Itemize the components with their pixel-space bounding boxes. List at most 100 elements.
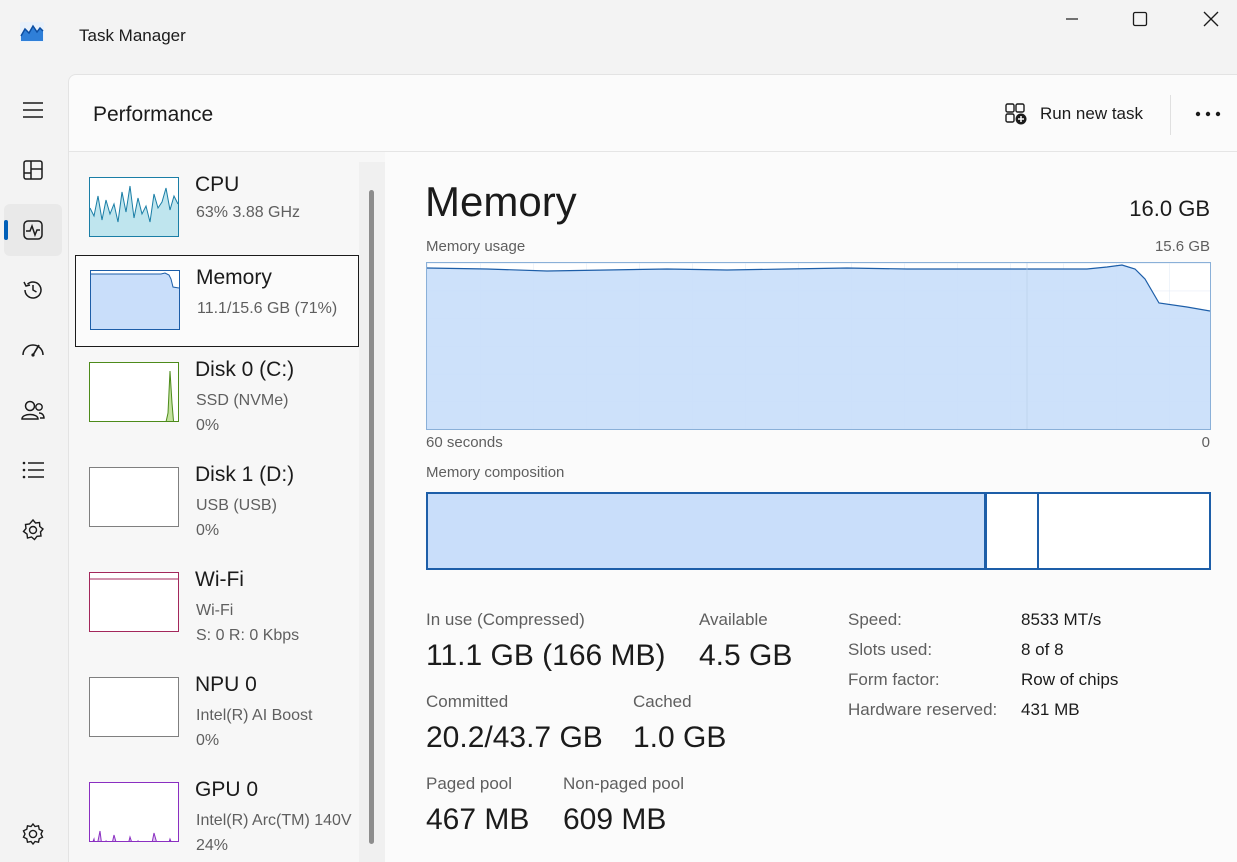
spec-form-factor-label: Form factor:	[848, 670, 940, 689]
disk0-thumbnail-graph	[89, 362, 179, 422]
resource-name: NPU 0	[195, 673, 257, 696]
memory-usage-graph	[426, 262, 1211, 430]
nav-app-history[interactable]	[4, 264, 62, 316]
header-divider	[1170, 95, 1171, 135]
composition-standby-free-segment	[1039, 494, 1209, 568]
spec-slots-label: Slots used:	[848, 640, 933, 659]
main-content: Performance Run new task CPU 63% 3.88 GH…	[68, 74, 1237, 862]
available-label: Available	[699, 610, 768, 629]
detail-title: Memory	[425, 178, 577, 225]
run-new-task-button[interactable]: Run new task	[1004, 99, 1143, 129]
spec-speed-value: 8533 MT/s	[1021, 610, 1102, 629]
resource-usage: S: 0 R: 0 Kbps	[196, 627, 300, 644]
memory-detail-panel: Memory 16.0 GB Memory usage 15.6 GB 60 s…	[385, 152, 1237, 862]
composition-in-use-segment	[428, 494, 987, 568]
close-icon	[1203, 11, 1219, 27]
services-icon	[22, 518, 45, 541]
total-memory: 16.0 GB	[1129, 196, 1210, 221]
page-header: Performance Run new task	[69, 75, 1237, 152]
time-axis-start: 60 seconds	[426, 434, 503, 451]
minimize-icon	[1066, 18, 1078, 20]
time-axis-end: 0	[1201, 434, 1210, 451]
nav-performance[interactable]	[4, 204, 62, 256]
resource-detail: USB (USB)	[196, 497, 277, 514]
title-bar: Task Manager	[0, 0, 1237, 70]
resource-item-disk1[interactable]: Disk 1 (D:) USB (USB) 0%	[75, 453, 359, 545]
committed-label: Committed	[426, 692, 509, 711]
navigation-rail	[0, 76, 68, 862]
resource-item-cpu[interactable]: CPU 63% 3.88 GHz	[75, 163, 359, 255]
users-icon	[21, 400, 45, 420]
non-paged-pool-value: 609 MB	[563, 803, 667, 836]
run-new-task-label: Run new task	[1040, 104, 1143, 123]
run-new-task-icon	[1005, 103, 1027, 125]
in-use-value: 11.1 GB (166 MB)	[426, 639, 666, 672]
paged-pool-value: 467 MB	[426, 803, 530, 836]
more-options-button[interactable]	[1193, 101, 1223, 127]
paged-pool-label: Paged pool	[426, 774, 513, 793]
nav-processes[interactable]	[4, 144, 62, 196]
memory-composition-label: Memory composition	[426, 464, 565, 481]
nav-details[interactable]	[4, 444, 62, 496]
resource-list-scrollbar-thumb[interactable]	[369, 190, 374, 844]
resource-detail: Intel(R) Arc(TM) 140V	[196, 812, 352, 829]
app-history-icon	[23, 281, 42, 299]
startup-apps-icon	[22, 344, 44, 357]
spec-hw-reserved-label: Hardware reserved:	[848, 700, 998, 719]
cpu-thumbnail-graph	[89, 177, 179, 237]
resource-name: Disk 1 (D:)	[195, 463, 295, 486]
cached-value: 1.0 GB	[633, 721, 727, 754]
settings-icon	[22, 822, 44, 846]
composition-modified-segment	[987, 494, 1039, 568]
resource-name: Disk 0 (C:)	[195, 358, 295, 381]
resource-item-wifi[interactable]: Wi-Fi Wi-Fi S: 0 R: 0 Kbps	[75, 558, 359, 650]
active-nav-indicator	[4, 220, 8, 240]
nav-menu-button[interactable]	[4, 84, 62, 136]
resource-detail: 63% 3.88 GHz	[196, 204, 301, 221]
non-paged-pool-label: Non-paged pool	[563, 774, 684, 793]
maximize-button[interactable]	[1110, 4, 1170, 34]
close-button[interactable]	[1181, 4, 1237, 34]
spec-slots-value: 8 of 8	[1021, 640, 1064, 659]
in-use-label: In use (Compressed)	[426, 610, 585, 629]
available-value: 4.5 GB	[699, 639, 793, 672]
memory-usage-label: Memory usage	[426, 238, 526, 255]
resource-name: Memory	[196, 266, 272, 289]
gpu-thumbnail-graph	[89, 782, 179, 842]
resource-usage: 0%	[196, 732, 220, 749]
spec-hw-reserved-value: 431 MB	[1021, 700, 1080, 719]
resource-detail: Wi-Fi	[196, 602, 234, 619]
page-title: Performance	[93, 103, 214, 126]
processes-icon	[23, 160, 43, 180]
memory-thumbnail-graph	[90, 270, 180, 330]
resource-name: CPU	[195, 173, 240, 196]
resource-item-gpu[interactable]: GPU 0 Intel(R) Arc(TM) 140V 24%	[75, 768, 359, 860]
memory-composition-bar	[426, 492, 1211, 570]
resource-name: Wi-Fi	[195, 568, 244, 591]
spec-form-factor-value: Row of chips	[1021, 670, 1119, 689]
window-title: Task Manager	[79, 26, 186, 45]
performance-icon	[23, 220, 43, 240]
memory-usage-max: 15.6 GB	[1154, 238, 1210, 255]
disk1-thumbnail-graph	[89, 467, 179, 527]
nav-services[interactable]	[4, 504, 62, 556]
nav-startup-apps[interactable]	[4, 324, 62, 376]
details-icon	[22, 461, 44, 479]
resource-detail: SSD (NVMe)	[196, 392, 289, 409]
resource-item-disk0[interactable]: Disk 0 (C:) SSD (NVMe) 0%	[75, 348, 359, 440]
resource-item-npu[interactable]: NPU 0 Intel(R) AI Boost 0%	[75, 663, 359, 755]
nav-users[interactable]	[4, 384, 62, 436]
nav-settings[interactable]	[4, 808, 62, 860]
resource-detail: Intel(R) AI Boost	[196, 707, 313, 724]
minimize-button[interactable]	[1042, 4, 1102, 34]
resource-usage: 24%	[196, 837, 229, 854]
npu-thumbnail-graph	[89, 677, 179, 737]
resource-item-memory[interactable]: Memory 11.1/15.6 GB (71%)	[75, 255, 359, 347]
wifi-thumbnail-graph	[89, 572, 179, 632]
resource-detail: 11.1/15.6 GB (71%)	[197, 300, 338, 317]
resource-usage: 0%	[196, 417, 220, 434]
cached-label: Cached	[633, 692, 692, 711]
spec-speed-label: Speed:	[848, 610, 902, 629]
resource-usage: 0%	[196, 522, 220, 539]
more-icon	[1195, 111, 1221, 117]
